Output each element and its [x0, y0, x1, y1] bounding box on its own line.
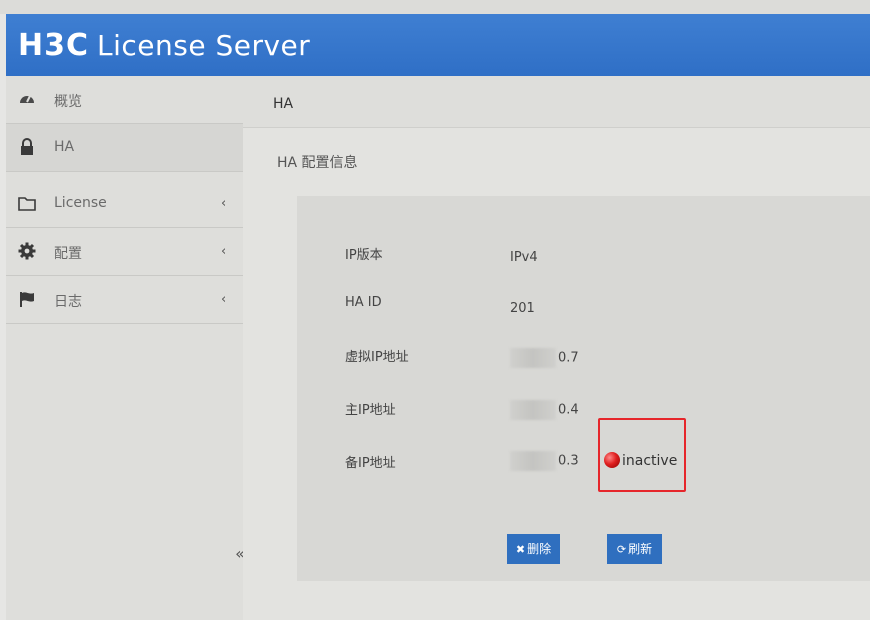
chevron-left-icon: ‹ — [221, 292, 227, 307]
breadcrumb: HA — [243, 76, 870, 128]
lock-icon — [21, 138, 33, 155]
sidebar-item-license[interactable]: License ‹ — [6, 180, 243, 228]
section-title: HA 配置信息 — [277, 155, 358, 171]
chevron-left-icon: ‹ — [221, 196, 227, 211]
sidebar-item-ha[interactable]: HA — [6, 124, 243, 172]
delete-button[interactable]: ✖ 删除 — [507, 534, 560, 564]
sidebar: 概览 HA License ‹ 配置 ‹ 日志 ‹ — [6, 76, 243, 620]
app-header: H3C License Server — [6, 14, 870, 76]
sidebar-item-overview[interactable]: 概览 — [6, 76, 243, 124]
sidebar-item-label: HA — [54, 139, 75, 155]
redacted-block — [510, 451, 556, 471]
sidebar-item-label: 配置 — [54, 246, 82, 262]
ha-id-label: HA ID — [345, 295, 382, 310]
sidebar-item-label: 日志 — [54, 294, 82, 310]
top-edge — [0, 0, 870, 14]
h3c-logo: H3C — [18, 28, 89, 63]
breadcrumb-current: HA — [273, 96, 294, 112]
primary-ip-value: 0.4 — [510, 400, 579, 420]
primary-ip-label: 主IP地址 — [345, 403, 396, 418]
sidebar-item-logs[interactable]: 日志 ‹ — [6, 276, 243, 324]
backup-ip-label: 备IP地址 — [345, 456, 396, 471]
gear-icon — [18, 242, 36, 260]
main-content: HA 配置信息 IP版本 IPv4 HA ID 201 虚拟IP地址 0.7 主… — [243, 128, 870, 620]
refresh-button[interactable]: ⟳ 刷新 — [607, 534, 662, 564]
sidebar-item-label: License — [54, 195, 107, 211]
redacted-block — [510, 348, 556, 368]
folder-icon — [18, 197, 36, 211]
ha-id-value: 201 — [510, 301, 535, 316]
virtual-ip-value: 0.7 — [510, 348, 579, 368]
refresh-icon: ⟳ — [616, 543, 627, 556]
backup-ip-value: 0.3 — [510, 451, 579, 471]
highlight-box — [598, 418, 686, 492]
sidebar-item-config[interactable]: 配置 ‹ — [6, 228, 243, 276]
ip-version-label: IP版本 — [345, 248, 383, 263]
app-title: License Server — [97, 29, 311, 62]
dashboard-icon — [20, 95, 34, 103]
sidebar-item-label: 概览 — [54, 94, 82, 110]
virtual-ip-label: 虚拟IP地址 — [345, 350, 409, 365]
chevron-left-icon: ‹ — [221, 244, 227, 259]
flag-icon — [20, 292, 34, 307]
ha-config-panel: IP版本 IPv4 HA ID 201 虚拟IP地址 0.7 主IP地址 0.4… — [297, 196, 870, 581]
ip-version-value: IPv4 — [510, 250, 538, 265]
brand: H3C License Server — [18, 28, 310, 63]
close-icon: ✖ — [515, 543, 526, 556]
redacted-block — [510, 400, 556, 420]
